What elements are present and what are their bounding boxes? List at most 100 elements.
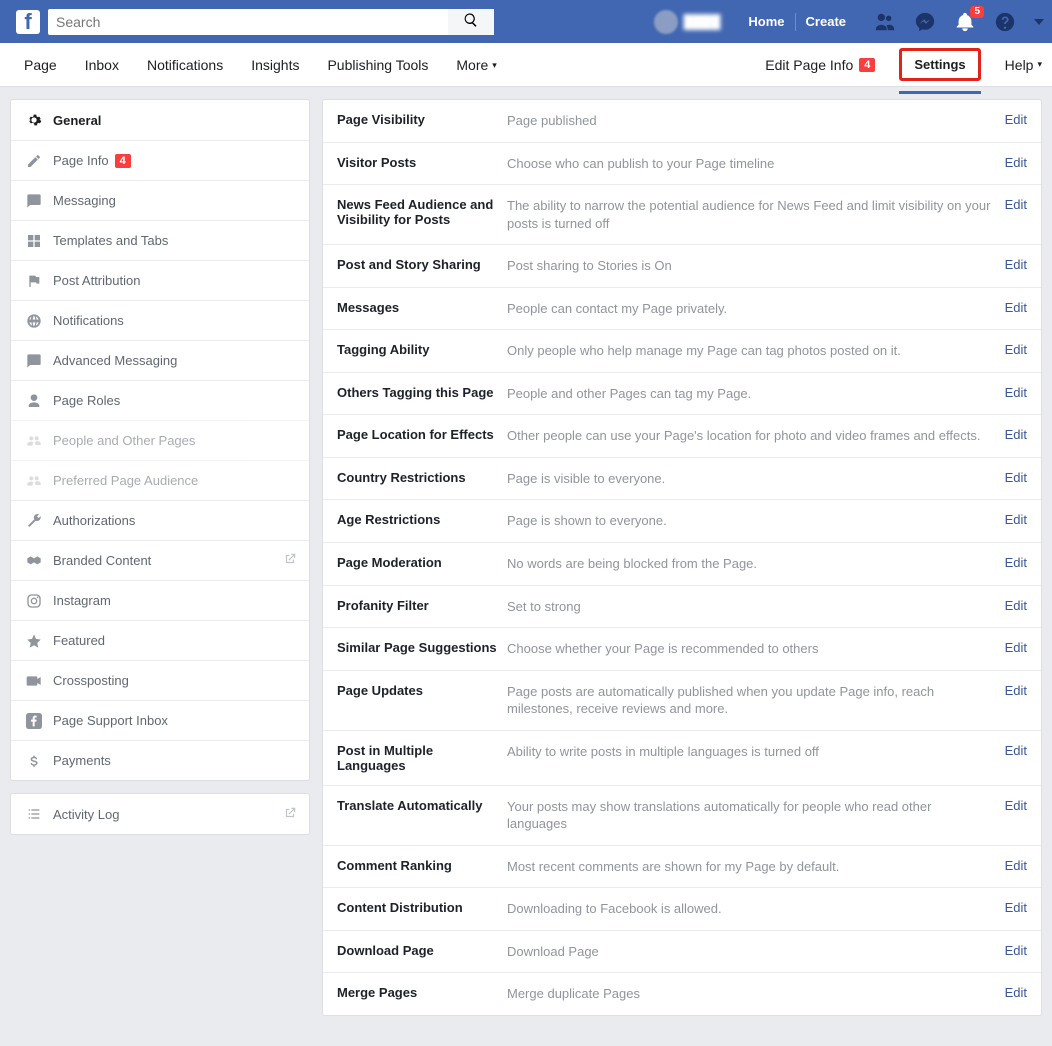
sidebar-item[interactable]: Templates and Tabs [11,220,309,260]
search-icon [463,12,479,31]
edit-link[interactable]: Edit [993,598,1027,613]
flag-icon [25,273,43,289]
edit-link[interactable]: Edit [993,470,1027,485]
sidebar-item[interactable]: People and Other Pages [11,420,309,460]
sidebar-item[interactable]: Authorizations [11,500,309,540]
sidebar-item[interactable]: Advanced Messaging [11,340,309,380]
sidebar-item[interactable]: Messaging [11,180,309,220]
settings-row: Page Location for EffectsOther people ca… [323,415,1041,458]
chevron-down-icon: ▾ [492,43,497,87]
search-box [48,9,494,35]
sidebar-item-label: Featured [53,633,105,648]
settings-row: Country RestrictionsPage is visible to e… [323,458,1041,501]
edit-link[interactable]: Edit [993,385,1027,400]
settings-row-desc: Post sharing to Stories is On [507,257,993,275]
edit-link[interactable]: Edit [993,640,1027,655]
avatar[interactable] [654,10,678,34]
settings-row-desc: People and other Pages can tag my Page. [507,385,993,403]
chevron-down-icon: ▾ [1037,59,1042,70]
sidebar-item[interactable]: Post Attribution [11,260,309,300]
sidebar-item[interactable]: Notifications [11,300,309,340]
settings-row: Page VisibilityPage publishedEdit [323,100,1041,143]
nav-tab-label: More [456,43,488,87]
edit-link[interactable]: Edit [993,257,1027,272]
edit-page-info[interactable]: Edit Page Info 4 [765,57,875,73]
settings-row-label: Page Updates [337,683,507,698]
settings-row-desc: Page is shown to everyone. [507,512,993,530]
sidebar-item[interactable]: Preferred Page Audience [11,460,309,500]
edit-link[interactable]: Edit [993,683,1027,698]
sidebar-item[interactable]: Branded Content [11,540,309,580]
topbar: f ████ Home Create 5 [0,0,1052,43]
edit-link[interactable]: Edit [993,555,1027,570]
video-icon [25,673,43,689]
external-icon [283,806,297,823]
settings-row-label: Translate Automatically [337,798,507,813]
tab-settings[interactable]: Settings [899,48,980,81]
settings-row-label: Page Visibility [337,112,507,127]
nav-tab[interactable]: Publishing Tools [313,43,442,87]
settings-row-label: Tagging Ability [337,342,507,357]
edit-link[interactable]: Edit [993,943,1027,958]
sidebar-item-label: Authorizations [53,513,135,528]
nav-tab[interactable]: Page [10,43,71,87]
help-icon[interactable] [994,11,1016,33]
sidebar-item[interactable]: Featured [11,620,309,660]
tab-help[interactable]: Help ▾ [1005,57,1042,73]
edit-link[interactable]: Edit [993,985,1027,1000]
settings-sidebar: GeneralPage Info4MessagingTemplates and … [10,99,310,835]
nav-create[interactable]: Create [796,14,856,29]
notifications-icon[interactable]: 5 [954,11,976,33]
nav-tab[interactable]: Notifications [133,43,237,87]
sidebar-item[interactable]: General [11,100,309,140]
facebook-logo-icon[interactable]: f [16,10,40,34]
edit-link[interactable]: Edit [993,798,1027,813]
profile-name[interactable]: ████ [684,14,721,29]
edit-link[interactable]: Edit [993,512,1027,527]
settings-row-desc: Page published [507,112,993,130]
friends-icon[interactable] [874,11,896,33]
sidebar-item[interactable]: Instagram [11,580,309,620]
sidebar-item-label: Post Attribution [53,273,140,288]
edit-link[interactable]: Edit [993,155,1027,170]
star-icon [25,633,43,649]
sidebar-item-label: People and Other Pages [53,433,195,448]
settings-row-desc: Page posts are automatically published w… [507,683,993,718]
tab-help-label: Help [1005,57,1034,73]
sidebar-item-label: Notifications [53,313,124,328]
sidebar-item[interactable]: Page Roles [11,380,309,420]
nav-home[interactable]: Home [738,14,794,29]
sidebar-item[interactable]: Page Info4 [11,140,309,180]
edit-link[interactable]: Edit [993,342,1027,357]
edit-link[interactable]: Edit [993,197,1027,212]
settings-row: Similar Page SuggestionsChoose whether y… [323,628,1041,671]
sidebar-item[interactable]: Page Support Inbox [11,700,309,740]
messenger-icon[interactable] [914,11,936,33]
external-icon [283,552,297,569]
settings-row-desc: Ability to write posts in multiple langu… [507,743,993,761]
people-icon [25,473,43,489]
nav-tab[interactable]: Inbox [71,43,133,87]
sidebar-item-label: Instagram [53,593,111,608]
pencil-icon [25,153,43,169]
edit-link[interactable]: Edit [993,427,1027,442]
settings-row-desc: Other people can use your Page's locatio… [507,427,993,445]
list-icon [25,806,43,822]
sidebar-item-label: Activity Log [53,807,119,822]
edit-page-info-label: Edit Page Info [765,57,853,73]
sidebar-item[interactable]: Crossposting [11,660,309,700]
account-menu-caret-icon[interactable] [1034,19,1044,25]
nav-tab-more[interactable]: More ▾ [442,43,510,87]
sidebar-item[interactable]: Activity Log [11,794,309,834]
settings-row: Page UpdatesPage posts are automatically… [323,671,1041,731]
nav-tab[interactable]: Insights [237,43,313,87]
edit-link[interactable]: Edit [993,858,1027,873]
edit-link[interactable]: Edit [993,300,1027,315]
settings-row: Post and Story SharingPost sharing to St… [323,245,1041,288]
edit-link[interactable]: Edit [993,743,1027,758]
edit-link[interactable]: Edit [993,112,1027,127]
settings-row-label: Page Moderation [337,555,507,570]
search-button[interactable] [448,9,494,35]
sidebar-item[interactable]: Payments [11,740,309,780]
search-input[interactable] [48,9,448,35]
